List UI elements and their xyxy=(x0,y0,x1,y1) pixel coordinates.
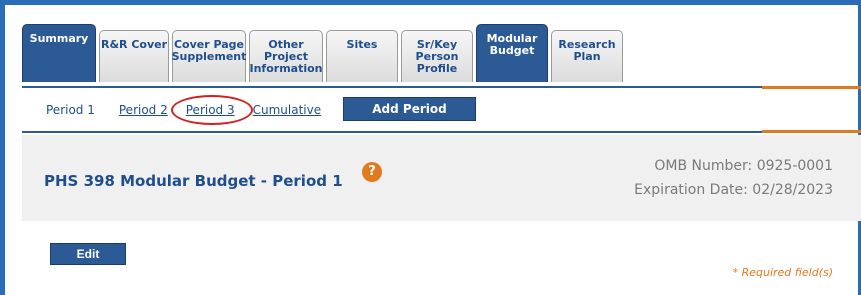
required-fields-note: * Required field(s) xyxy=(732,266,833,279)
tab-other-project-information[interactable]: Other Project Information xyxy=(249,30,323,82)
tab-underline xyxy=(22,86,762,88)
subnav-underline xyxy=(22,131,762,133)
expiration-date: Expiration Date: 02/28/2023 xyxy=(634,182,833,198)
tab-cover-page-supplement[interactable]: Cover Page Supplement xyxy=(172,30,246,82)
page-title: PHS 398 Modular Budget - Period 1 xyxy=(44,172,343,190)
omb-number: OMB Number: 0925-0001 xyxy=(654,158,833,174)
tab-summary[interactable]: Summary xyxy=(22,24,96,82)
tab-underline-accent xyxy=(762,86,861,89)
edit-button[interactable]: Edit xyxy=(50,243,126,265)
tab-sr-key-person-profile[interactable]: Sr/Key Person Profile xyxy=(401,30,473,82)
tab-sites[interactable]: Sites xyxy=(326,30,398,82)
tab-research-plan[interactable]: Research Plan xyxy=(551,30,623,82)
help-icon[interactable]: ? xyxy=(362,162,382,182)
tab-bar: Summary R&R Cover Cover Page Supplement … xyxy=(22,24,626,86)
subnav-underline-accent xyxy=(762,130,861,133)
add-period-button[interactable]: Add Period xyxy=(343,97,476,121)
omb-info: OMB Number: 0925-0001 Expiration Date: 0… xyxy=(634,154,833,202)
period-2-link[interactable]: Period 2 xyxy=(119,103,168,117)
period-1-current: Period 1 xyxy=(46,103,95,117)
period-3-highlight-circle xyxy=(171,95,253,125)
tab-modular-budget[interactable]: Modular Budget xyxy=(476,24,548,82)
tab-rr-cover[interactable]: R&R Cover xyxy=(99,30,169,82)
cumulative-link[interactable]: Cumulative xyxy=(253,103,322,117)
